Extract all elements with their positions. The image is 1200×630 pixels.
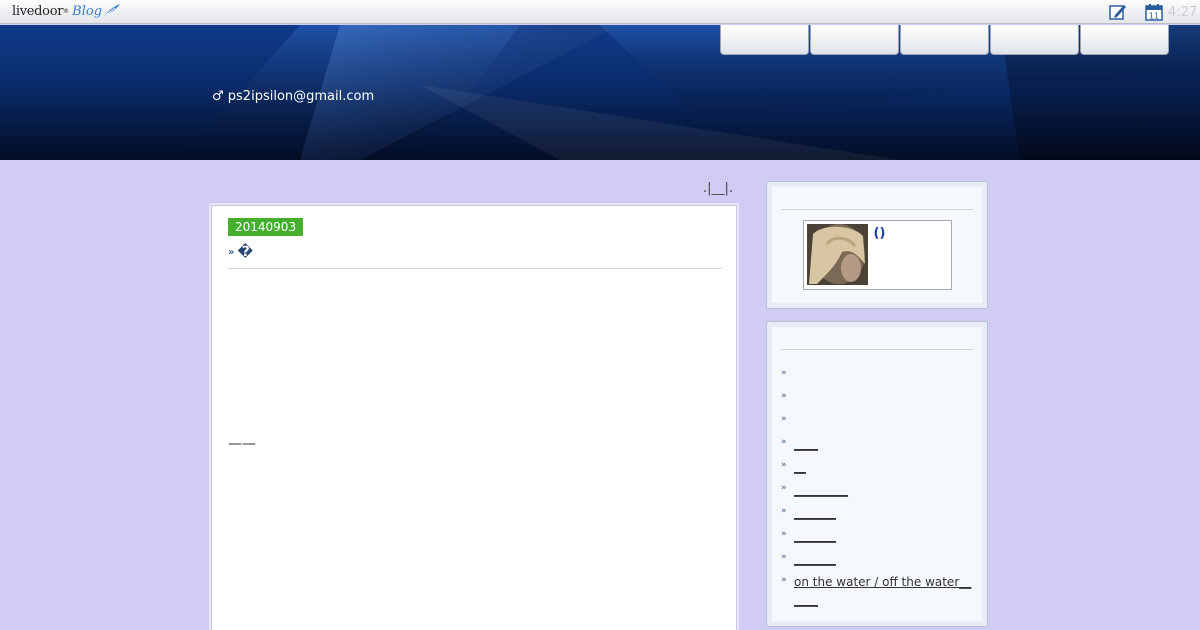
svg-text:11: 11 — [1149, 12, 1159, 21]
list-item-link[interactable]: _______ — [794, 504, 836, 522]
body-line — [228, 357, 722, 382]
double-arrow-icon: » — [781, 506, 787, 516]
list-item[interactable]: » _______ — [781, 550, 973, 573]
body-line — [228, 607, 722, 630]
double-arrow-icon: » — [781, 391, 787, 401]
list-item[interactable]: » _______ — [781, 527, 973, 550]
livedoor-blog-logo[interactable]: livedoor ® Blog — [12, 1, 121, 21]
sidebar-link-list: » » » » ____ » __ » _________ » _______ » ___… — [781, 366, 973, 609]
nav-button-3[interactable] — [900, 25, 989, 55]
entry-body: —— — [228, 282, 722, 630]
sidebar-list-box: » » » » ____ » __ » _________ » _______ » ___… — [766, 321, 988, 627]
list-item-link[interactable]: on the water / off the water______ — [794, 573, 973, 609]
clock-text: 4:27 — [1168, 4, 1198, 20]
feather-icon — [103, 2, 121, 21]
edit-icon[interactable] — [1108, 2, 1128, 22]
list-item[interactable]: » __ — [781, 458, 973, 481]
double-arrow-icon: » — [781, 414, 787, 424]
list-item-link[interactable]: __ — [794, 458, 806, 476]
list-item[interactable]: » on the water / off the water______ — [781, 573, 973, 609]
double-arrow-icon: » — [781, 529, 787, 539]
list-item-link[interactable]: ____ — [794, 435, 818, 453]
nav-button-1[interactable] — [720, 25, 809, 55]
body-line — [228, 332, 722, 357]
divider — [228, 268, 722, 269]
main-column: .|__|. 20140903 » � —— — [211, 181, 737, 630]
double-arrow-icon: » — [781, 368, 787, 378]
sidebar-profile-box: () — [766, 181, 988, 309]
header-email: ♂ ps2ipsilon@gmail.com — [212, 89, 375, 104]
double-arrow-icon: » — [781, 460, 787, 470]
body-line — [228, 507, 722, 532]
profile-name[interactable]: () — [874, 226, 886, 241]
body-line — [228, 582, 722, 607]
list-item-link[interactable]: _______ — [794, 527, 836, 545]
nav-button-5[interactable] — [1080, 25, 1169, 55]
body-line — [228, 532, 722, 557]
top-toolbar: livedoor ® Blog 11 4:27 — [0, 0, 1200, 24]
entry-date: 20140903 — [228, 218, 304, 236]
body-line — [228, 482, 722, 507]
nav-button-2[interactable] — [810, 25, 899, 55]
list-item[interactable]: » — [781, 366, 973, 389]
entry-title[interactable]: » � — [228, 242, 722, 262]
entry-title-text: � — [237, 244, 254, 260]
blog-header: ♂ ps2ipsilon@gmail.com — [0, 25, 1200, 160]
list-item[interactable]: » _______ — [781, 504, 973, 527]
calendar-icon[interactable]: 11 — [1144, 2, 1164, 22]
double-arrow-icon: » — [228, 246, 235, 258]
body-line: —— — [228, 436, 256, 452]
nav-button-4[interactable] — [990, 25, 1079, 55]
body-line — [228, 282, 722, 307]
double-arrow-icon: » — [781, 483, 787, 493]
body-line — [228, 557, 722, 582]
double-arrow-icon: » — [781, 437, 787, 447]
double-arrow-icon: » — [781, 575, 787, 585]
list-item[interactable]: » _________ — [781, 481, 973, 504]
global-nav — [720, 25, 1170, 55]
body-line — [228, 307, 722, 332]
body-line — [228, 382, 722, 407]
list-item[interactable]: » — [781, 412, 973, 435]
entry-nav-links[interactable]: .|__|. — [211, 181, 737, 205]
blog-entry: 20140903 » � —— — [211, 205, 737, 630]
list-item[interactable]: » ____ — [781, 435, 973, 458]
logo-sub-text: Blog — [72, 3, 103, 19]
list-item-link[interactable]: _______ — [794, 550, 836, 568]
divider — [781, 349, 973, 350]
body-line — [228, 407, 722, 432]
body-line — [228, 457, 722, 482]
list-item-link[interactable]: _________ — [794, 481, 848, 499]
double-arrow-icon: » — [781, 552, 787, 562]
list-item[interactable]: » — [781, 389, 973, 412]
divider — [781, 209, 973, 210]
logo-text: livedoor — [12, 3, 64, 19]
avatar[interactable] — [806, 224, 868, 285]
profile-card[interactable]: () — [802, 220, 952, 290]
